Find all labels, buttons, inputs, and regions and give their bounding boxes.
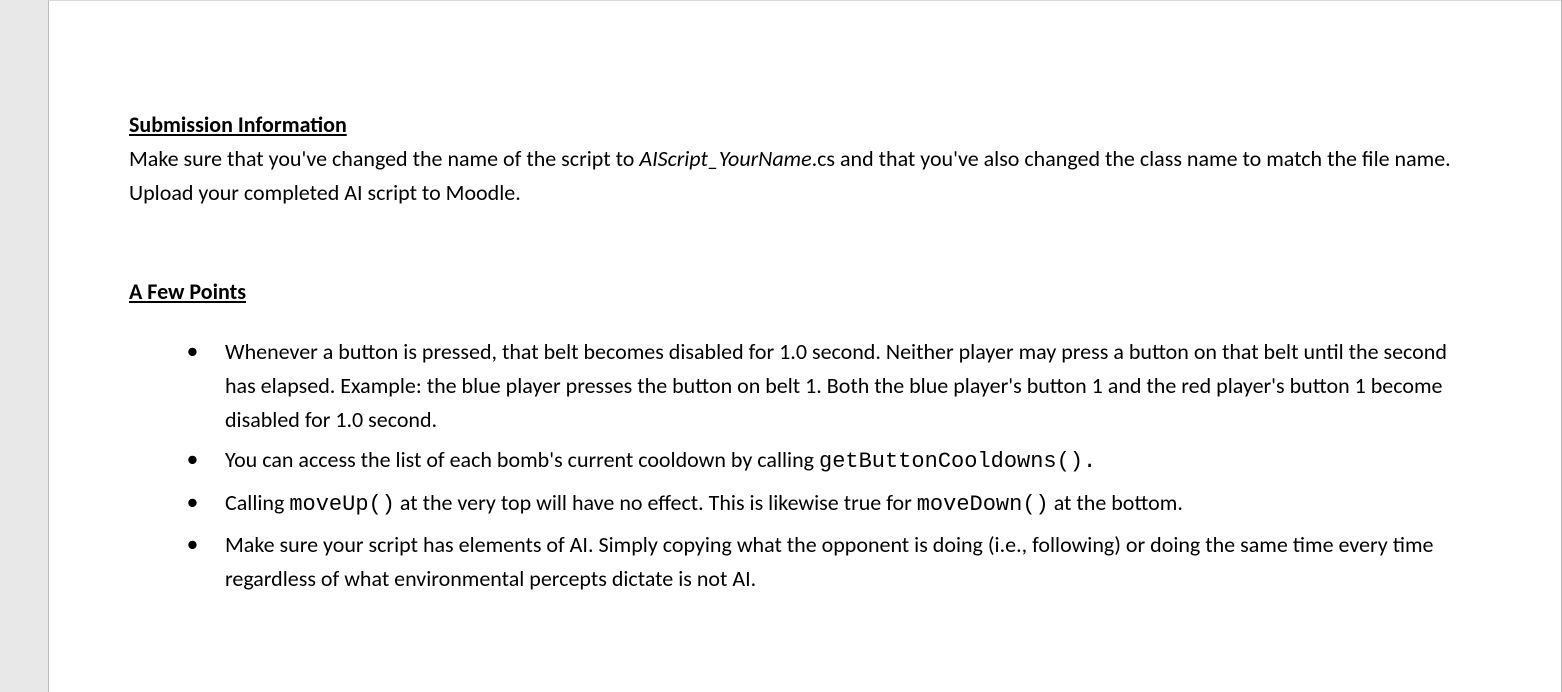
points-heading: A Few Points — [129, 278, 1471, 305]
points-list: ● Whenever a button is pressed, that bel… — [225, 335, 1471, 596]
list-item-text-pre: Calling — [225, 489, 289, 516]
bullet-icon: ● — [187, 486, 198, 518]
list-item: ● Whenever a button is pressed, that bel… — [225, 335, 1471, 437]
submission-paragraph: Make sure that you've changed the name o… — [129, 142, 1471, 210]
list-item-text: Make sure your script has elements of AI… — [225, 531, 1434, 592]
submission-text-part1: Make sure that you've changed the name o… — [129, 145, 639, 172]
code-snippet: moveDown() — [917, 492, 1049, 517]
bullet-icon: ● — [187, 335, 198, 367]
section-gap — [129, 216, 1471, 278]
list-item: ● Make sure your script has elements of … — [225, 528, 1471, 596]
document-page: Submission Information Make sure that yo… — [48, 0, 1562, 692]
submission-filename-ext: .cs — [812, 145, 835, 172]
submission-heading: Submission Information — [129, 111, 1471, 138]
list-item: ● Calling moveUp() at the very top will … — [225, 486, 1471, 522]
list-item-text: Whenever a button is pressed, that belt … — [225, 338, 1447, 433]
code-snippet: moveUp() — [289, 492, 395, 517]
list-item: ● You can access the list of each bomb's… — [225, 443, 1471, 479]
list-item-text-post: at the bottom. — [1049, 489, 1183, 516]
list-item-text-pre: You can access the list of each bomb's c… — [225, 446, 819, 473]
bullet-icon: ● — [187, 528, 198, 560]
bullet-icon: ● — [187, 443, 198, 475]
code-snippet: getButtonCooldowns(). — [819, 449, 1096, 474]
list-item-text-mid: at the very top will have no effect. Thi… — [395, 489, 917, 516]
submission-filename-italic: AIScript_YourName — [639, 145, 811, 172]
